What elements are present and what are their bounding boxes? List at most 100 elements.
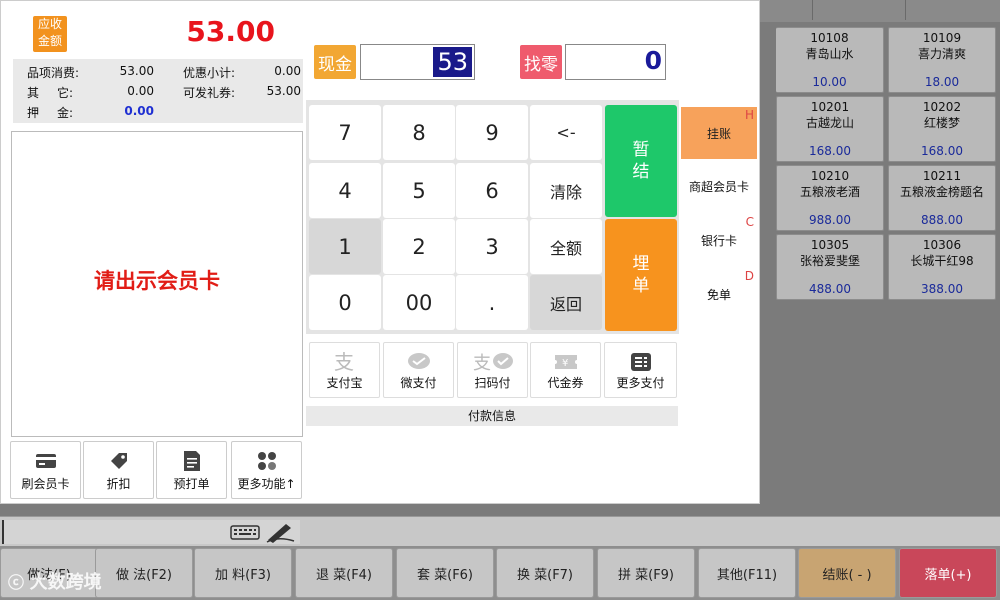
product-tile[interactable]: 10201 古越龙山 168.00	[776, 96, 884, 162]
fkey-button[interactable]: 拼 菜(F9)	[597, 548, 695, 598]
product-name: 红楼梦	[923, 116, 960, 130]
other-value: 0.00	[127, 84, 154, 98]
fkey-label: 拼 菜(F9)	[617, 567, 675, 583]
product-price: 888.00	[921, 213, 963, 227]
discount-button[interactable]: 折扣	[83, 441, 154, 499]
payment-dialog: 应收 金额 53.00 品项消费: 53.00 优惠小计: 0.00 其它: 0…	[0, 0, 760, 504]
key-5[interactable]: 5	[383, 163, 455, 218]
key-7[interactable]: 7	[309, 105, 381, 160]
key-9[interactable]: 9	[456, 105, 528, 160]
product-tile[interactable]: 10211 五粮液金榜题名 888.00	[888, 165, 996, 231]
place-order-button[interactable]: 落单(+)	[899, 548, 997, 598]
payment-label: 微支付	[400, 376, 437, 390]
fkey-label: 落单(+)	[924, 567, 972, 583]
fkey-button[interactable]: 套 菜(F6)	[396, 548, 494, 598]
key-3[interactable]: 3	[456, 219, 528, 274]
giftcard-label: 可发礼券:	[183, 86, 236, 100]
wechat-pay-button[interactable]: 微支付	[383, 342, 454, 398]
pre-print-button[interactable]: 预打单	[156, 441, 227, 499]
cash-input-value: 53	[433, 47, 472, 77]
bank-card-button[interactable]: 银行卡 C	[681, 214, 757, 266]
product-tile[interactable]: 10109 喜力清爽 18.00	[888, 27, 996, 93]
voucher-button[interactable]: ¥ 代金券	[530, 342, 601, 398]
fkey-button[interactable]: 做 法(F2)	[95, 548, 193, 598]
key-00[interactable]: 00	[383, 275, 455, 330]
side-label: 免单	[706, 287, 731, 302]
action-label: 刷会员卡	[21, 477, 70, 491]
product-tile[interactable]: 10210 五粮液老酒 988.00	[776, 165, 884, 231]
watermark-logo: ⓒ 大数跨境	[8, 572, 102, 593]
items-label: 品项消费:	[27, 66, 80, 80]
product-name: 五粮液老酒	[799, 185, 860, 199]
more-functions-button[interactable]: 更多功能↑	[231, 441, 302, 499]
return-key[interactable]: 返回	[530, 275, 602, 330]
product-code: 10210	[810, 169, 850, 183]
product-name: 长城干红98	[910, 254, 974, 268]
full-amount-key[interactable]: 全额	[530, 219, 602, 274]
voucher-icon: ¥	[531, 351, 600, 373]
product-price: 10.00	[812, 75, 847, 89]
key-8[interactable]: 8	[383, 105, 455, 160]
change-label: 找零	[520, 45, 562, 79]
giftcard-value: 53.00	[266, 84, 301, 98]
keyboard-icon[interactable]	[230, 523, 260, 541]
swipe-member-card-button[interactable]: 刷会员卡	[10, 441, 81, 499]
product-price: 168.00	[921, 144, 963, 158]
handwriting-icon[interactable]	[264, 520, 298, 544]
key-2[interactable]: 2	[383, 219, 455, 274]
settle-bill-button[interactable]: 埋 单	[605, 219, 677, 331]
deposit-label-2: 金:	[57, 106, 74, 120]
more-payment-icon	[605, 351, 676, 373]
deposit-label-1: 押	[27, 106, 40, 120]
fkey-label: 做 法(F2)	[115, 567, 173, 583]
product-tile[interactable]: 10202 红楼梦 168.00	[888, 96, 996, 162]
action-label: 更多功能↑	[237, 477, 296, 491]
fkey-button[interactable]: 换 菜(F7)	[496, 548, 594, 598]
product-tile[interactable]: 10306 长城干红98 388.00	[888, 234, 996, 300]
product-price: 488.00	[809, 282, 851, 296]
key-1[interactable]: 1	[309, 219, 381, 274]
product-tile[interactable]: 10108 青岛山水 10.00	[776, 27, 884, 93]
amount-due-badge: 应收 金额	[33, 16, 67, 52]
fkey-label: 加 料(F3)	[214, 567, 272, 583]
card-icon	[11, 450, 80, 472]
scan-pay-button[interactable]: 支 扫码付	[457, 342, 528, 398]
fkey-label: 套 菜(F6)	[416, 567, 474, 583]
backspace-key[interactable]: <-	[530, 105, 602, 160]
key-0[interactable]: 0	[309, 275, 381, 330]
free-of-charge-button[interactable]: 免单 D	[681, 268, 757, 320]
decimal-key[interactable]: .	[456, 275, 528, 330]
clear-key[interactable]: 清除	[530, 163, 602, 218]
top-header-strip	[760, 0, 1000, 22]
more-payment-button[interactable]: 更多支付	[604, 342, 677, 398]
supermarket-member-card-button[interactable]: 商超会员卡	[681, 160, 757, 212]
tag-icon	[84, 450, 153, 472]
product-price: 988.00	[809, 213, 851, 227]
command-input-bar	[0, 516, 1000, 546]
product-code: 10202	[922, 100, 962, 114]
change-input[interactable]: 0	[565, 44, 666, 80]
cash-input[interactable]: 53	[360, 44, 475, 80]
fkey-button[interactable]: 加 料(F3)	[194, 548, 292, 598]
product-tile[interactable]: 10305 张裕爱斐堡 488.00	[776, 234, 884, 300]
hold-bill-button[interactable]: 暂 结	[605, 105, 677, 217]
due-label-line2: 金额	[37, 34, 62, 48]
document-icon	[157, 450, 226, 472]
payment-label: 支付宝	[326, 376, 363, 390]
side-label: 银行卡	[700, 233, 737, 248]
side-label: 商超会员卡	[688, 179, 749, 194]
shortcut-key: H	[744, 108, 754, 122]
fkey-button[interactable]: 其他(F11)	[698, 548, 796, 598]
other-label: 其 它:	[27, 84, 73, 101]
product-code: 10306	[922, 238, 962, 252]
shortcut-key: D	[744, 269, 754, 283]
other-label-1: 其	[27, 86, 40, 100]
shortcut-key: C	[745, 215, 754, 229]
alipay-button[interactable]: 支 支付宝	[309, 342, 380, 398]
charge-to-account-button[interactable]: 挂账 H	[681, 107, 757, 159]
key-4[interactable]: 4	[309, 163, 381, 218]
fkey-button[interactable]: 退 菜(F4)	[295, 548, 393, 598]
key-6[interactable]: 6	[456, 163, 528, 218]
discount-value: 0.00	[274, 64, 301, 78]
checkout-fkey-button[interactable]: 结账( - )	[798, 548, 896, 598]
